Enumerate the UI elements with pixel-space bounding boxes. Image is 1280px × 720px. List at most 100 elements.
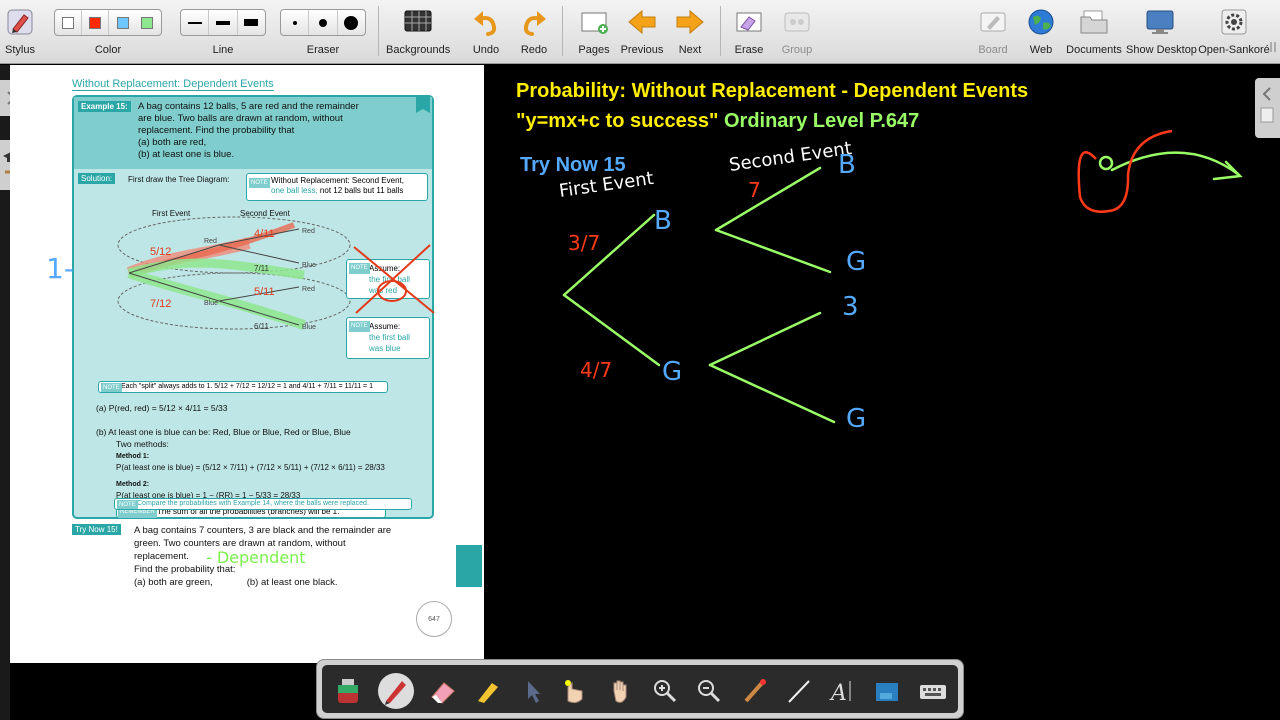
page-tab: [456, 545, 482, 587]
color-selector[interactable]: [54, 9, 162, 36]
toolbar-drag-handle[interactable]: [1268, 40, 1278, 54]
text-tool[interactable]: A: [828, 677, 858, 706]
cursor-icon: [528, 681, 540, 703]
open-sankore-button[interactable]: Open-Sankoré: [1198, 0, 1270, 64]
color-white[interactable]: [55, 10, 82, 35]
undo-button[interactable]: Undo: [466, 0, 506, 64]
eraser-large[interactable]: [338, 10, 365, 35]
board-second-event: Second Event: [728, 138, 853, 176]
redo-icon: [523, 11, 546, 36]
grip-icon: [1270, 42, 1276, 52]
undo-icon: [474, 11, 497, 36]
svg-text:A: A: [829, 681, 847, 705]
redo-button[interactable]: Redo: [514, 0, 554, 64]
document-page: Without Replacement: Dependent Events Ex…: [10, 65, 484, 663]
zoom-in-tool[interactable]: [650, 677, 680, 705]
next-button[interactable]: Next: [666, 0, 714, 64]
line-tool[interactable]: [784, 677, 814, 705]
capture-tool[interactable]: [872, 677, 902, 705]
hand-icon: [613, 680, 627, 703]
pages-button[interactable]: Pages: [572, 0, 616, 64]
eraser-medium[interactable]: [309, 10, 338, 35]
tree-label-red-3: Red: [302, 286, 315, 293]
laser-pointer-tool[interactable]: [740, 677, 770, 705]
tree-label-blue-3: Blue: [302, 324, 316, 331]
backgrounds-icon: [404, 10, 432, 32]
tree-label-red-2: Red: [302, 228, 315, 235]
sankore-window: Stylus Color Line Eraser Backgrounds Und…: [0, 0, 1280, 720]
pen-icon: [385, 681, 406, 705]
try-now-label: Try Now 15!: [72, 524, 121, 535]
text-icon: A: [829, 681, 851, 706]
line-thick[interactable]: [238, 10, 265, 35]
show-desktop-button[interactable]: Show Desktop: [1126, 0, 1197, 64]
solution-text: First draw the Tree Diagram:: [128, 175, 230, 184]
example-label: Example 15:: [78, 101, 131, 112]
board-first-event: First Event: [558, 168, 655, 202]
color-red[interactable]: [82, 10, 109, 35]
solution-label: Solution:: [78, 173, 116, 184]
zoom-out-tool[interactable]: [694, 677, 724, 705]
capture-icon: [876, 683, 898, 701]
paint-bucket-icon: [338, 679, 358, 703]
group-button[interactable]: Group: [774, 0, 820, 64]
globe-icon: [1028, 9, 1054, 35]
line-thin[interactable]: [181, 10, 210, 35]
board-fraction-4-7: 4/7: [580, 358, 612, 382]
board-second-numerator: 7: [748, 178, 761, 202]
hand-tool[interactable]: [606, 677, 636, 705]
pen-tool[interactable]: [378, 673, 414, 709]
arrow-left-icon: [628, 9, 656, 35]
handwritten-tree: First Event Second Event 3/7 4/7 7 B G B…: [558, 129, 1243, 434]
erase-board-icon: [736, 12, 762, 32]
handwritten-gutter-mark: 1-: [46, 252, 74, 285]
eraser-size-selector[interactable]: [280, 9, 366, 36]
color-blue-green[interactable]: [109, 10, 161, 35]
eraser-small[interactable]: [281, 10, 310, 35]
line-icon: [788, 680, 810, 703]
board-fraction-3-7: 3/7: [568, 231, 600, 255]
line-width-selector[interactable]: [180, 9, 266, 36]
backgrounds-button[interactable]: Backgrounds: [386, 0, 450, 64]
documents-button[interactable]: Documents: [1066, 0, 1122, 64]
assume-box-blue: NOTE Assume: the first ball was blue: [346, 317, 430, 359]
tree-label-blue-1: Blue: [204, 300, 218, 307]
line-medium[interactable]: [209, 10, 238, 35]
node-b-first: B: [654, 206, 672, 236]
page-number: 647: [416, 601, 452, 637]
handwritten-dependent: - Dependent: [206, 548, 306, 567]
method-1-label: Method 1:: [116, 453, 150, 460]
paint-bucket-tool[interactable]: [334, 677, 364, 705]
note-box-2: NOTE Each "split" always adds to 1. 5/12…: [98, 381, 388, 393]
zoom-out-icon: [698, 680, 721, 703]
gear-icon: [1221, 9, 1247, 35]
previous-button[interactable]: Previous: [618, 0, 666, 64]
part-a: (a) P(red, red) = 5/12 × 4/11 = 5/33: [96, 403, 228, 413]
frac-7-11: 7/11: [254, 264, 270, 273]
node-g-third: G: [846, 404, 866, 434]
stylus-button[interactable]: Stylus: [0, 0, 40, 64]
eraser-tool[interactable]: [428, 677, 458, 705]
node-b-second: B: [838, 150, 856, 180]
part-b: (b) At least one is blue can be: Red, Bl…: [96, 427, 351, 437]
handwritten-cross: [353, 244, 435, 314]
board-button[interactable]: Board: [970, 0, 1016, 64]
tree-diagram: Red Blue Red Blue Red Blue 5/12 7/12 4/1…: [117, 216, 351, 331]
erase-button[interactable]: Erase: [728, 0, 770, 64]
selector-tool[interactable]: [518, 677, 548, 705]
highlighter-tool[interactable]: [472, 677, 502, 705]
example-box: Example 15: A bag contains 12 balls, 5 a…: [72, 95, 435, 519]
eraser-icon: [431, 682, 455, 704]
interact-tool[interactable]: [560, 677, 590, 705]
example-text: A bag contains 12 balls, 5 are red and t…: [138, 101, 359, 160]
web-button[interactable]: Web: [1020, 0, 1062, 64]
stylus-icon: [7, 9, 33, 35]
node-g-second: G: [846, 247, 866, 277]
folder-icon: [1080, 10, 1108, 34]
bottom-tool-dock: A: [316, 659, 964, 719]
board-icon: [980, 12, 1006, 32]
frac-4-11-handwritten: 4/11: [254, 228, 275, 240]
board-canvas[interactable]: Probability: Without Replacement - Depen…: [484, 65, 1280, 720]
node-g-first: G: [662, 357, 682, 387]
virtual-keyboard-tool[interactable]: [918, 677, 948, 705]
